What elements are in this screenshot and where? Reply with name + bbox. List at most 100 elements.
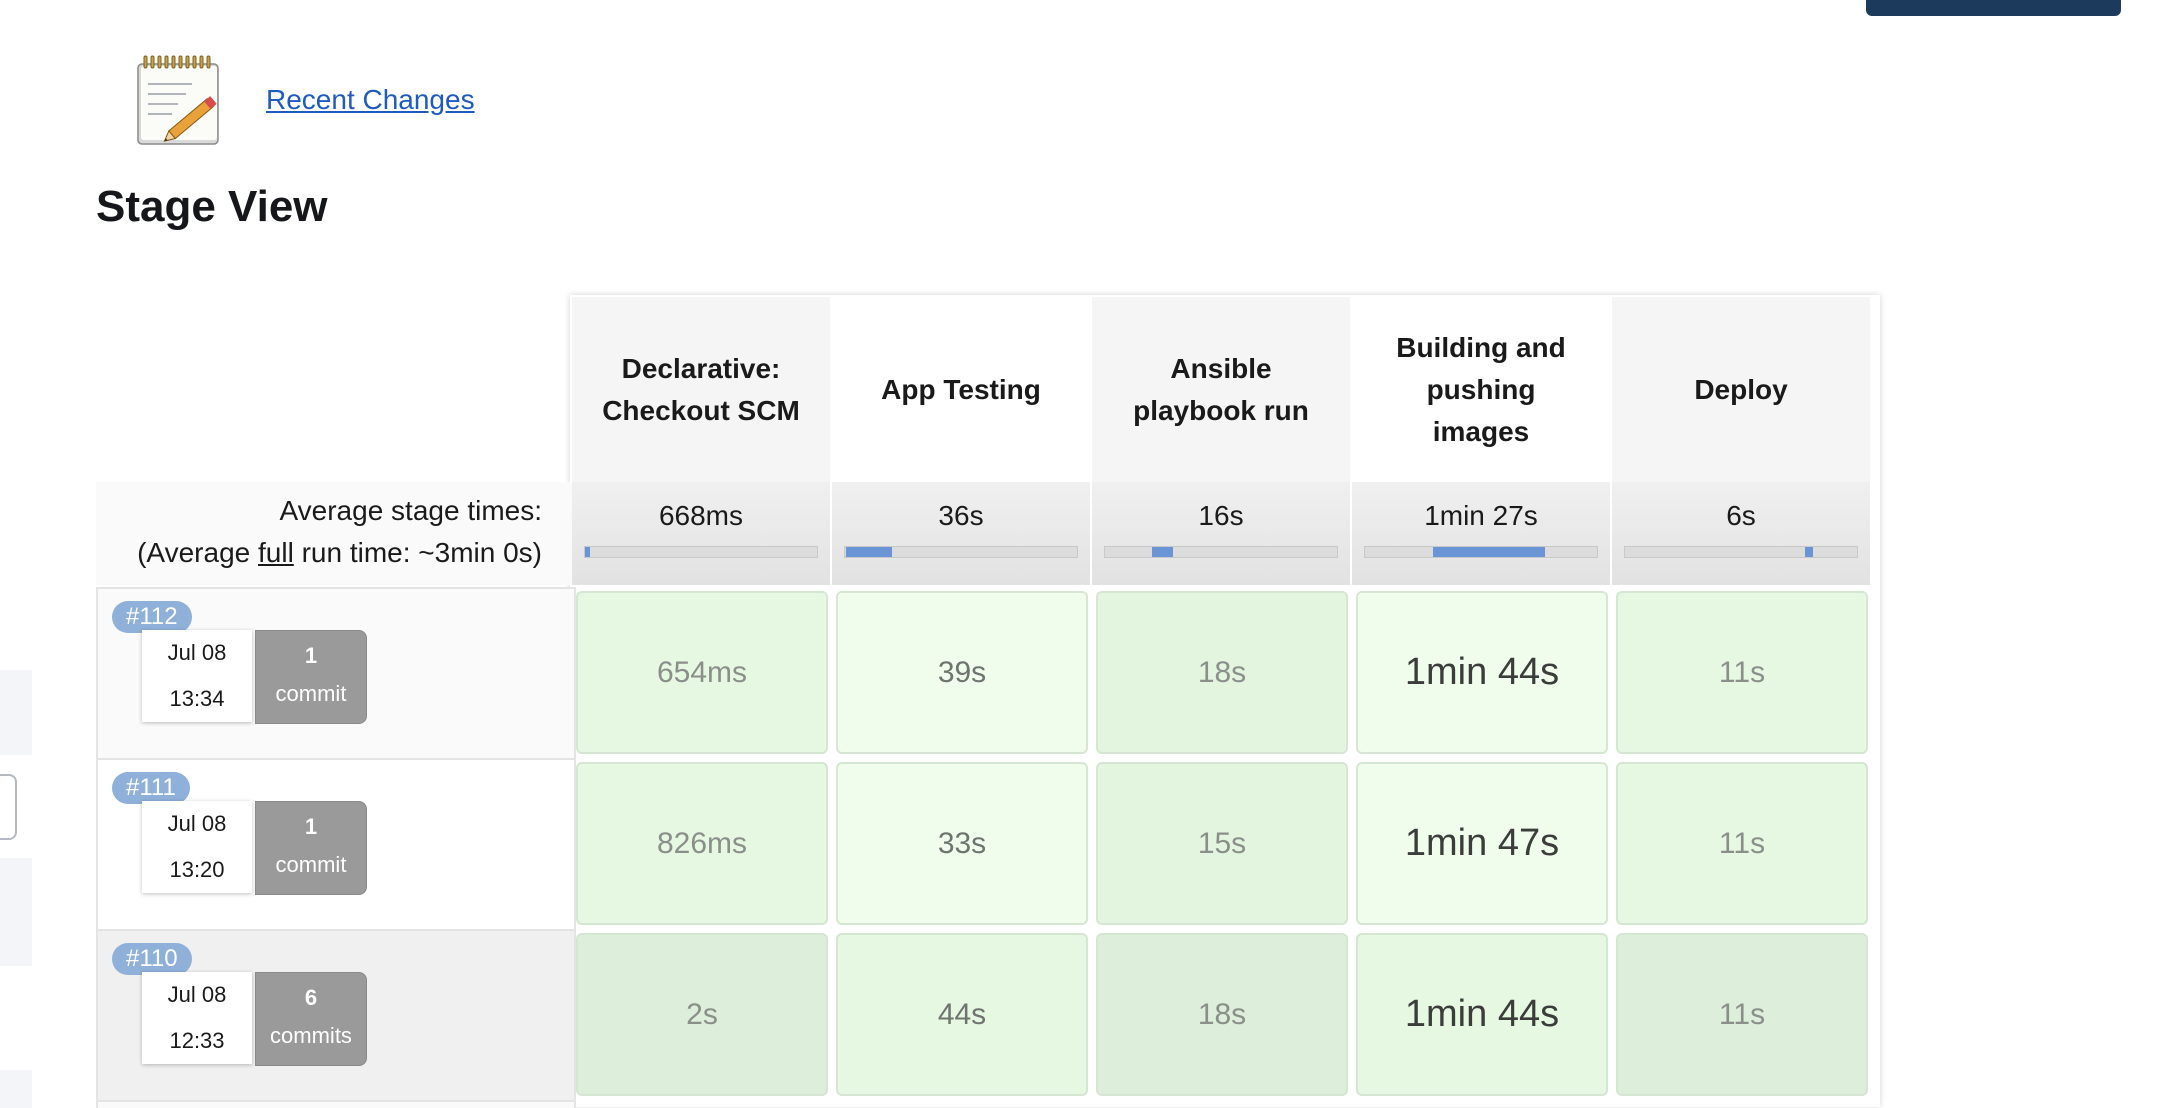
stage-result-cell[interactable]: 18s (1096, 933, 1348, 1096)
average-progress-bar (1364, 546, 1598, 558)
stage-cell-wrap: 654ms (572, 587, 832, 758)
average-stage-time-value: 668ms (658, 500, 744, 531)
build-date: Jul 08 (167, 982, 227, 1007)
recent-changes: Recent Changes (132, 50, 475, 150)
sidebar-sliver (0, 858, 32, 966)
stage-result-cell[interactable]: 1min 47s (1356, 762, 1608, 925)
build-rows: #112 Jul 08 13:34 1 commit 654ms 39s 18s 1min 44… (96, 587, 1878, 1100)
stage-cell-wrap: 11s (1612, 929, 1872, 1100)
commit-label: commits (270, 1023, 352, 1048)
average-stage-times-text: Average stage times: (279, 495, 542, 526)
stage-header: App Testing (832, 297, 1092, 482)
average-time-cells: 668ms 36s 16s 1min 27s 6s (572, 482, 1872, 585)
average-progress-bar (1104, 546, 1338, 558)
average-progress-fill (845, 547, 893, 557)
stage-result-cell[interactable]: 826ms (576, 762, 828, 925)
build-number-badge[interactable]: #112 (112, 601, 192, 633)
stage-cell-wrap: 826ms (572, 758, 832, 929)
average-stage-time: 36s (832, 482, 1092, 585)
stage-cells: 2s 44s 18s 1min 44s 11s (572, 929, 1872, 1100)
average-full-run-time: (Average full run time: ~3min 0s) (96, 532, 542, 574)
table-row: #110 Jul 08 12:33 6 commits 2s 44s 18s 1min 44s 1… (96, 929, 1878, 1100)
average-progress-fill (1152, 547, 1173, 557)
build-date-box: Jul 08 12:33 (142, 972, 252, 1064)
notepad-pencil-icon (137, 55, 219, 145)
build-meta-cell: #111 Jul 08 13:20 1 commit (96, 758, 576, 929)
average-times-label: Average stage times: (Average full run t… (96, 482, 572, 585)
average-full-prefix: (Average (137, 537, 258, 568)
sidebar-sliver (0, 670, 32, 755)
average-times-row: Average stage times: (Average full run t… (96, 482, 1878, 585)
full-run-link[interactable]: full (258, 537, 294, 568)
build-date-box: Jul 08 13:20 (142, 801, 252, 893)
average-stage-time: 668ms (572, 482, 832, 585)
build-time: 13:34 (169, 686, 225, 711)
stage-cell-wrap: 1min 47s (1352, 758, 1612, 929)
stage-result-cell[interactable]: 654ms (576, 591, 828, 754)
stage-header: Ansible playbook run (1092, 297, 1352, 482)
stage-cell-wrap: 1min 44s (1352, 929, 1612, 1100)
page-title: Stage View (96, 182, 328, 231)
commit-label: commit (275, 681, 347, 706)
average-stage-time-value: 6s (1726, 500, 1756, 531)
stage-cell-wrap: 44s (832, 929, 1092, 1100)
stage-header: Declarative: Checkout SCM (572, 297, 832, 482)
stage-result-cell[interactable]: 15s (1096, 762, 1348, 925)
table-row: #111 Jul 08 13:20 1 commit 826ms 33s 15s 1min 47… (96, 758, 1878, 929)
recent-changes-link[interactable]: Recent Changes (266, 84, 475, 116)
stage-result-cell[interactable]: 2s (576, 933, 828, 1096)
average-stage-time: 1min 27s (1352, 482, 1612, 585)
average-stage-time-value: 36s (938, 500, 984, 531)
stage-header-row: Declarative: Checkout SCM App Testing An… (572, 297, 1872, 482)
stage-cells: 826ms 33s 15s 1min 47s 11s (572, 758, 1872, 929)
commits-button[interactable]: 1 commit (255, 630, 367, 724)
commit-label: commit (275, 852, 347, 877)
stage-header: Building and pushing images (1352, 297, 1612, 482)
build-time: 13:20 (169, 857, 225, 882)
average-progress-fill (1432, 547, 1546, 557)
stage-cell-wrap: 11s (1612, 587, 1872, 758)
average-stage-time: 16s (1092, 482, 1352, 585)
sidebar-input-edge[interactable] (0, 774, 17, 840)
stage-result-cell[interactable]: 33s (836, 762, 1088, 925)
average-full-suffix: run time: ~3min 0s) (293, 537, 542, 568)
average-progress-bar (844, 546, 1078, 558)
stage-cell-wrap: 18s (1092, 929, 1352, 1100)
commit-count: 1 (304, 814, 318, 839)
stage-result-cell[interactable]: 1min 44s (1356, 933, 1608, 1096)
stage-cell-wrap: 1min 44s (1352, 587, 1612, 758)
stage-header: Deploy (1612, 297, 1872, 482)
stage-result-cell[interactable]: 11s (1616, 591, 1868, 754)
table-row: #112 Jul 08 13:34 1 commit 654ms 39s 18s 1min 44… (96, 587, 1878, 758)
build-date: Jul 08 (167, 640, 227, 665)
stage-cells: 654ms 39s 18s 1min 44s 11s (572, 587, 1872, 758)
stage-result-cell[interactable]: 39s (836, 591, 1088, 754)
average-progress-bar (584, 546, 818, 558)
build-meta-cell (96, 1100, 576, 1108)
build-date: Jul 08 (167, 811, 227, 836)
top-action-button[interactable] (1866, 0, 2121, 16)
stage-cell-wrap: 2s (572, 929, 832, 1100)
table-row (96, 1100, 1878, 1108)
stage-result-cell[interactable]: 18s (1096, 591, 1348, 754)
stage-cell-wrap: 33s (832, 758, 1092, 929)
stage-cell-wrap: 39s (832, 587, 1092, 758)
sidebar-sliver (0, 1070, 32, 1108)
average-progress-bar (1624, 546, 1858, 558)
stage-result-cell[interactable]: 11s (1616, 762, 1868, 925)
stage-result-cell[interactable]: 11s (1616, 933, 1868, 1096)
average-stage-time-value: 16s (1198, 500, 1244, 531)
stage-cell-wrap: 18s (1092, 587, 1352, 758)
build-number-badge[interactable]: #110 (112, 943, 192, 975)
stage-result-cell[interactable]: 1min 44s (1356, 591, 1608, 754)
jenkins-pipeline-page: Recent Changes Stage View Declarative: C… (0, 0, 2172, 1108)
average-progress-fill (1805, 547, 1813, 557)
build-number-badge[interactable]: #111 (112, 772, 190, 804)
stage-cell-wrap: 15s (1092, 758, 1352, 929)
commit-count: 6 (304, 985, 318, 1010)
commits-button[interactable]: 6 commits (255, 972, 367, 1066)
commits-button[interactable]: 1 commit (255, 801, 367, 895)
build-time: 12:33 (169, 1028, 225, 1053)
stage-result-cell[interactable]: 44s (836, 933, 1088, 1096)
commit-count: 1 (304, 643, 318, 668)
